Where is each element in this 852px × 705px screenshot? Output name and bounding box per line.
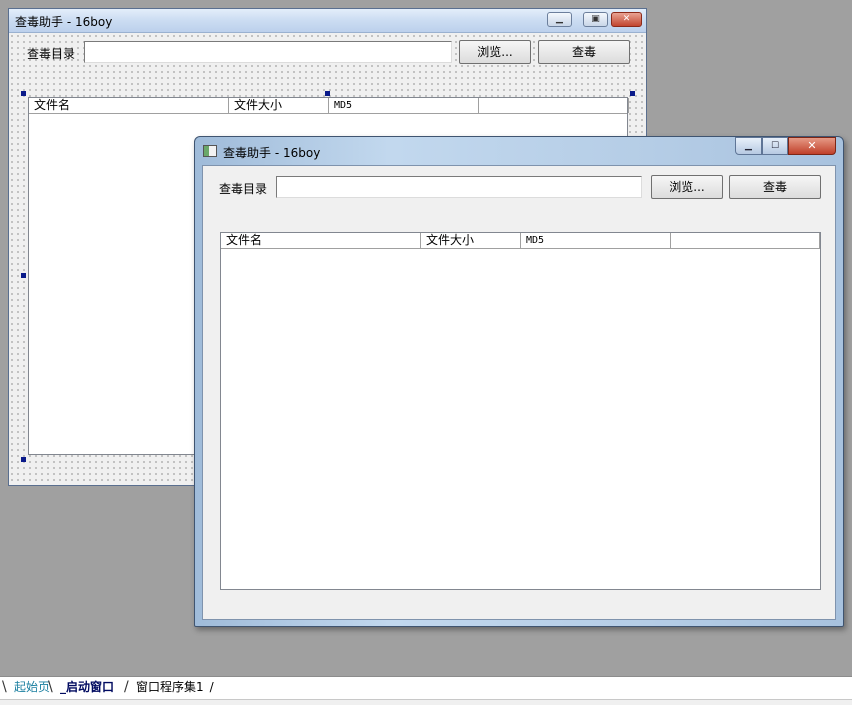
minimize-icon[interactable]: ▁ <box>547 12 572 27</box>
designer-dir-label: 查毒目录 <box>27 47 76 61</box>
tab-startup-window[interactable]: \ _启动窗口 <box>48 679 118 696</box>
tab-window-module-label: 窗口程序集1 <box>136 680 204 694</box>
maximize-icon[interactable]: ▣ <box>583 12 608 27</box>
designer-title: 查毒助手 - 16boy <box>15 15 113 29</box>
runtime-list-header: 文件名 文件大小 MD5 <box>221 233 820 249</box>
designer-col-md5[interactable]: MD5 <box>329 98 479 113</box>
designer-browse-button[interactable]: 浏览... <box>459 40 531 64</box>
selection-handle[interactable] <box>21 91 26 96</box>
maximize-icon[interactable]: ☐ <box>762 137 788 155</box>
designer-scan-button[interactable]: 查毒 <box>538 40 630 64</box>
tab-start-page[interactable]: \ 起始页 <box>2 679 54 696</box>
designer-col-filename[interactable]: 文件名 <box>29 98 229 113</box>
runtime-col-filename[interactable]: 文件名 <box>221 233 421 248</box>
selection-handle[interactable] <box>21 457 26 462</box>
minimize-icon[interactable]: ▁ <box>735 137 762 155</box>
tab-window-module[interactable]: / 窗口程序集1/ <box>124 679 218 696</box>
designer-title-bar[interactable]: 查毒助手 - 16boy ▁ ▣ ✕ <box>9 9 646 33</box>
editor-tab-bar: \ 起始页 \ _启动窗口 / 窗口程序集1/ <box>0 676 852 705</box>
tab-bar-bottom-strip <box>0 699 852 705</box>
tab-start-page-label: 起始页 <box>14 680 51 694</box>
designer-col-filesize[interactable]: 文件大小 <box>229 98 329 113</box>
runtime-col-filesize[interactable]: 文件大小 <box>421 233 521 248</box>
selection-handle[interactable] <box>630 91 635 96</box>
runtime-dir-label: 查毒目录 <box>219 182 268 196</box>
selection-handle[interactable] <box>21 273 26 278</box>
runtime-dir-input[interactable] <box>276 176 642 198</box>
runtime-col-md5[interactable]: MD5 <box>521 233 671 248</box>
tab-startup-window-label: _启动窗口 <box>60 680 115 694</box>
designer-dir-input[interactable] <box>84 41 452 63</box>
designer-list-header: 文件名 文件大小 MD5 <box>29 98 629 114</box>
runtime-browse-button[interactable]: 浏览... <box>651 175 723 199</box>
runtime-col-empty[interactable] <box>671 233 820 248</box>
app-icon <box>203 145 217 157</box>
runtime-scan-button[interactable]: 查毒 <box>729 175 821 199</box>
runtime-title-bar[interactable]: 查毒助手 - 16boy ▁ ☐ ✕ <box>195 137 843 165</box>
selection-handle[interactable] <box>325 91 330 96</box>
close-icon[interactable]: ✕ <box>788 137 836 155</box>
runtime-client-area: 查毒目录 浏览... 查毒 文件名 文件大小 MD5 <box>202 165 836 620</box>
runtime-file-listview[interactable]: 文件名 文件大小 MD5 <box>220 232 821 590</box>
designer-col-empty[interactable] <box>479 98 629 113</box>
runtime-title: 查毒助手 - 16boy <box>223 146 321 160</box>
close-icon[interactable]: ✕ <box>611 12 642 27</box>
runtime-window[interactable]: 查毒助手 - 16boy ▁ ☐ ✕ 查毒目录 浏览... 查毒 文件名 文件大… <box>194 136 844 627</box>
